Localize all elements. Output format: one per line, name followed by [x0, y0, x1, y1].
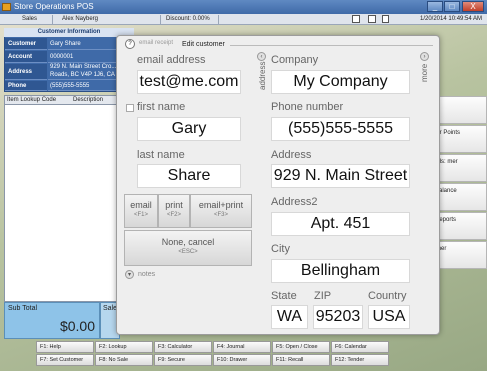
f6-calendar-button[interactable]: F6: Calendar	[331, 341, 389, 353]
items-grid[interactable]	[4, 95, 119, 302]
address-side-tab[interactable]: address	[258, 62, 267, 90]
notes-label[interactable]: notes	[138, 271, 155, 278]
first-name-field[interactable]: Gary	[137, 117, 241, 141]
more-side-tab[interactable]: more	[420, 64, 429, 82]
window-title: Store Operations POS	[14, 2, 94, 11]
subtotal-value: $0.00	[59, 318, 95, 334]
f4-journal-button[interactable]: F4: Journal	[213, 341, 271, 353]
drawer-icon	[382, 15, 389, 23]
f11-recall-button[interactable]: F11: Recall	[272, 354, 330, 366]
address-field-label: Address	[271, 149, 312, 161]
cancel-button-key: <ESC>	[178, 249, 198, 255]
city-label: City	[271, 243, 290, 255]
f12-tender-button[interactable]: F12: Tender	[331, 354, 389, 366]
email-receipt-button[interactable]: email <F1>	[124, 194, 158, 228]
f10-drawer-button[interactable]: F10: Drawer	[213, 354, 271, 366]
print-receipt-button[interactable]: print <F2>	[158, 194, 190, 228]
phone-label: Phone	[5, 81, 47, 91]
last-name-label: last name	[137, 149, 185, 161]
f1-help-button[interactable]: F1: Help	[36, 341, 94, 353]
cashier-name: Alex Nayberg	[62, 16, 99, 22]
register-name: Sales	[22, 16, 38, 22]
company-label: Company	[271, 54, 319, 66]
print-button-label: print	[165, 200, 183, 210]
zip-field[interactable]: 95203	[313, 305, 363, 329]
expand-notes-icon[interactable]: ▾	[125, 270, 134, 279]
company-field[interactable]: My Company	[271, 70, 410, 94]
items-grid-header: Item Lookup Code Description	[4, 95, 119, 105]
f3-calculator-button[interactable]: F3: Calculator	[154, 341, 212, 353]
help-icon[interactable]: ?	[125, 39, 135, 49]
country-field[interactable]: USA	[368, 305, 410, 329]
address2-label: Address2	[271, 196, 318, 208]
dialog-title-divider	[230, 45, 433, 46]
state-label: State	[271, 290, 297, 302]
email-button-label: email	[130, 200, 152, 210]
last-name-field[interactable]: Share	[137, 164, 241, 188]
address2-field[interactable]: Apt. 451	[271, 212, 410, 236]
email-field[interactable]: test@me.com	[137, 70, 241, 94]
subtotal-label: Sub Total	[8, 305, 38, 312]
zip-label: ZIP	[314, 290, 332, 302]
app-icon	[2, 3, 11, 11]
customer-label: Customer	[5, 38, 47, 50]
network-icon	[352, 15, 360, 23]
first-name-checkbox[interactable]	[126, 104, 134, 112]
column-header-description[interactable]: Description	[73, 96, 103, 105]
phone-number-field[interactable]: (555)555-5555	[271, 117, 410, 141]
column-header-lookup-code[interactable]: Item Lookup Code	[7, 96, 56, 105]
email-label: email address	[137, 54, 206, 66]
discount-indicator: Discount: 0.00%	[166, 16, 210, 22]
account-label: Account	[5, 51, 47, 63]
country-label: Country	[368, 290, 407, 302]
f8-no-sale-button[interactable]: F8: No Sale	[95, 354, 153, 366]
email-print-button[interactable]: email+print <F3>	[190, 194, 252, 228]
email-print-button-key: <F3>	[213, 212, 228, 218]
email-button-key: <F1>	[133, 212, 148, 218]
sales-tax-label: Sale	[103, 305, 118, 312]
dialog-title: Edit customer	[182, 41, 225, 48]
f5-open-close-button[interactable]: F5: Open / Close	[272, 341, 330, 353]
address-label: Address	[5, 64, 47, 80]
maximize-button[interactable]: □	[444, 1, 460, 12]
f9-secure-button[interactable]: F9: Secure	[154, 354, 212, 366]
dialog-breadcrumb: email receipt	[139, 40, 174, 46]
minimize-button[interactable]: _	[427, 1, 443, 12]
f7-set-customer-button[interactable]: F7: Set Customer	[36, 354, 94, 366]
window-title-bar: Store Operations POS	[0, 0, 487, 14]
state-field[interactable]: WA	[271, 305, 308, 329]
print-button-key: <F2>	[166, 212, 181, 218]
email-print-button-label: email+print	[198, 200, 244, 210]
close-button[interactable]: X	[462, 1, 484, 12]
previous-page-icon[interactable]: ‹	[257, 52, 266, 61]
cancel-button[interactable]: None, cancel <ESC>	[124, 230, 252, 266]
cancel-button-label: None, cancel	[161, 237, 215, 247]
first-name-label: first name	[137, 101, 186, 113]
city-field[interactable]: Bellingham	[271, 259, 410, 283]
address-field[interactable]: 929 N. Main Street	[271, 164, 410, 188]
f2-lookup-button[interactable]: F2: Lookup	[95, 341, 153, 353]
date-time: 1/20/2014 10:49:54 AM	[420, 16, 483, 22]
phone-number-label: Phone number	[271, 101, 344, 113]
subtotal-box: Sub Total $0.00	[4, 302, 100, 339]
customer-info-title: Customer Information	[4, 28, 134, 37]
printer-icon	[368, 15, 376, 23]
next-page-icon[interactable]: ›	[420, 52, 429, 61]
